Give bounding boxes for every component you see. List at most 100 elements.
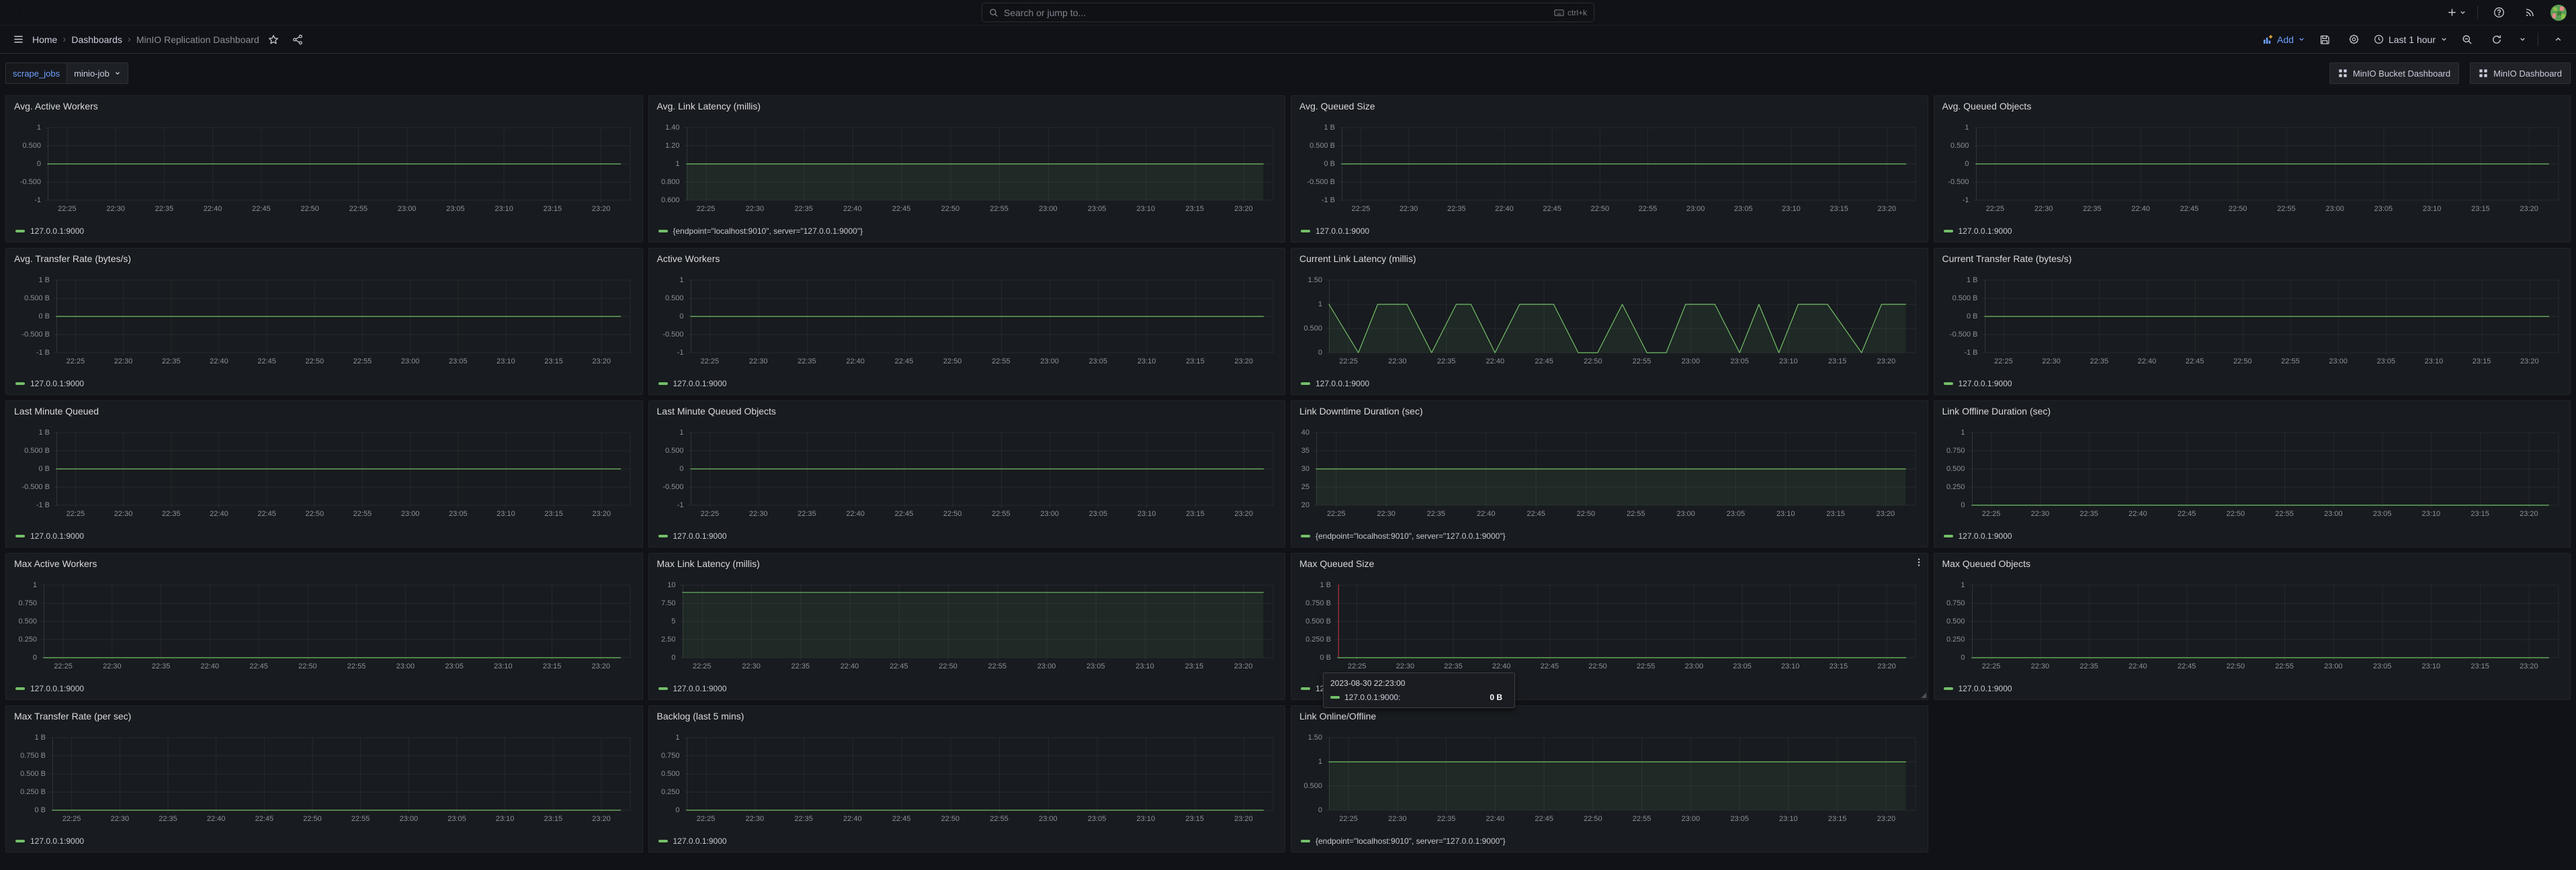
chart-canvas[interactable] (691, 433, 1273, 505)
time-range-picker[interactable]: Last 1 hour (2374, 34, 2448, 45)
menu-toggle-button[interactable] (8, 30, 28, 50)
panel-header[interactable]: Max Queued Size (1291, 554, 1928, 574)
panel-header[interactable]: Avg. Transfer Rate (bytes/s) (6, 249, 642, 269)
news-icon[interactable] (2520, 3, 2540, 23)
series-label[interactable]: 127.0.0.1:9000 (1959, 684, 2012, 693)
x-axis-tick-label: 22:50 (943, 510, 962, 518)
panel-chart[interactable]: 10.7500.5000.250022:2522:3022:3522:4022:… (649, 706, 1285, 852)
series-label[interactable]: 127.0.0.1:9000 (30, 531, 84, 541)
panel-chart[interactable]: 1.5010.500022:2522:3022:3522:4022:4522:5… (1291, 249, 1928, 394)
panel-header[interactable]: Max Queued Objects (1934, 554, 2571, 574)
series-label[interactable]: 127.0.0.1:9000 (673, 836, 727, 846)
series-label[interactable]: 127.0.0.1:9000 (1316, 379, 1369, 388)
panel-chart[interactable]: 1 B0.500 B0 B-0.500 B-1 B22:2522:3022:35… (6, 249, 642, 394)
panel-header[interactable]: Last Minute Queued (6, 401, 642, 421)
search-input[interactable]: Search or jump to... ctrl+k (982, 3, 1594, 22)
chart-canvas[interactable] (1342, 128, 1916, 200)
panel-header[interactable]: Backlog (last 5 mins) (649, 706, 1285, 726)
refresh-button[interactable] (2487, 30, 2507, 50)
panel-chart[interactable]: 1.5010.500022:2522:3022:3522:4022:4522:5… (1291, 706, 1928, 852)
chart-canvas[interactable] (1972, 433, 2559, 505)
series-label[interactable]: {endpoint="localhost:9010", server="127.… (1316, 531, 1506, 541)
series-label[interactable]: 127.0.0.1:9000 (1959, 379, 2012, 388)
panel-chart[interactable]: 10.5000-0.500-122:2522:3022:3522:4022:45… (649, 401, 1285, 547)
panel-chart[interactable]: 1 B0.750 B0.500 B0.250 B0 B22:2522:3022:… (6, 706, 642, 852)
chart-canvas[interactable] (1329, 280, 1916, 353)
breadcrumb-home[interactable]: Home (32, 34, 57, 45)
panel-header[interactable]: Avg. Queued Objects (1934, 96, 2571, 116)
chart-canvas[interactable] (687, 128, 1273, 200)
breadcrumb-dashboards[interactable]: Dashboards (71, 34, 122, 45)
variable-value-dropdown[interactable]: minio-job (67, 62, 128, 84)
save-dashboard-button[interactable] (2315, 30, 2335, 50)
series-label[interactable]: 127.0.0.1:9000 (1959, 226, 2012, 236)
chart-canvas[interactable] (691, 280, 1273, 353)
panel-header[interactable]: Max Transfer Rate (per sec) (6, 706, 642, 726)
panel-chart[interactable]: 10.5000-0.500-122:2522:3022:3522:4022:45… (649, 249, 1285, 394)
favorite-star-button[interactable] (263, 30, 284, 50)
chart-canvas[interactable] (1338, 585, 1916, 658)
panel-chart[interactable]: 1 B0.500 B0 B-0.500 B-1 B22:2522:3022:35… (6, 401, 642, 547)
chart-canvas[interactable] (1316, 433, 1916, 505)
series-label[interactable]: 127.0.0.1:9000 (30, 836, 84, 846)
chart-canvas[interactable] (52, 738, 630, 810)
series-label[interactable]: 127.0.0.1:9000 (673, 379, 727, 388)
breadcrumb-current: MinIO Replication Dashboard (136, 34, 259, 45)
series-label[interactable]: {endpoint="localhost:9010", server="127.… (1316, 836, 1506, 846)
panel-chart[interactable]: 10.7500.5000.250022:2522:3022:3522:4022:… (6, 554, 642, 699)
link-minio-bucket-dashboard[interactable]: MinIO Bucket Dashboard (2329, 62, 2459, 84)
panel-header[interactable]: Link Offline Duration (sec) (1934, 401, 2571, 421)
panel-header[interactable]: Link Downtime Duration (sec) (1291, 401, 1928, 421)
new-menu-button[interactable] (2447, 3, 2466, 23)
panel-header[interactable]: Active Workers (649, 249, 1285, 269)
series-label[interactable]: 127.0.0.1:9000 (673, 531, 727, 541)
share-button[interactable] (288, 30, 308, 50)
chart-canvas[interactable] (56, 433, 630, 505)
panel-chart[interactable]: 10.5000-0.500-122:2522:3022:3522:4022:45… (6, 96, 642, 242)
series-label[interactable]: 127.0.0.1:9000 (1959, 531, 2012, 541)
series-label[interactable]: 127.0.0.1:9000 (30, 226, 84, 236)
panel-header[interactable]: Avg. Link Latency (millis) (649, 96, 1285, 116)
panel-header[interactable]: Max Active Workers (6, 554, 642, 574)
chart-canvas[interactable] (56, 280, 630, 353)
chart-canvas[interactable] (44, 585, 630, 658)
chart-canvas[interactable] (48, 128, 630, 200)
panel-chart[interactable]: 1 B0.500 B0 B-0.500 B-1 B22:2522:3022:35… (1934, 249, 2571, 394)
grafana-logo[interactable] (9, 5, 26, 21)
help-button[interactable] (2489, 3, 2509, 23)
chart-canvas[interactable] (1329, 738, 1916, 810)
panel-header[interactable]: Current Transfer Rate (bytes/s) (1934, 249, 2571, 269)
zoom-out-time-button[interactable] (2457, 30, 2477, 50)
link-minio-dashboard[interactable]: MinIO Dashboard (2470, 62, 2571, 84)
series-label[interactable]: 127.0.0.1:9000 (30, 379, 84, 388)
series-label[interactable]: 127.0.0.1:9000 (30, 684, 84, 693)
series-label[interactable]: 127.0.0.1:9000 (673, 684, 727, 693)
panel-header[interactable]: Avg. Active Workers (6, 96, 642, 116)
panel-header[interactable]: Avg. Queued Size (1291, 96, 1928, 116)
panel-chart[interactable]: 403530252022:2522:3022:3522:4022:4522:50… (1291, 401, 1928, 547)
series-label[interactable]: 127.0.0.1:9000 (1316, 226, 1369, 236)
chart-canvas[interactable] (683, 585, 1273, 658)
chart-canvas[interactable] (1972, 585, 2559, 658)
panel-header[interactable]: Max Link Latency (millis) (649, 554, 1285, 574)
panel-chart[interactable]: 1 B0.500 B0 B-0.500 B-1 B22:2522:3022:35… (1291, 96, 1928, 242)
chart-canvas[interactable] (687, 738, 1273, 810)
dashboard-settings-button[interactable] (2344, 30, 2364, 50)
panel-resize-handle[interactable] (1921, 693, 1926, 698)
panel-chart[interactable]: 10.5000-0.500-122:2522:3022:3522:4022:45… (1934, 96, 2571, 242)
chart-canvas[interactable] (1985, 280, 2559, 353)
add-panel-button[interactable]: Add (2262, 34, 2305, 45)
variable-scrape-jobs[interactable]: scrape_jobs minio-job (5, 62, 128, 84)
chart-canvas[interactable] (1976, 128, 2559, 200)
series-label[interactable]: {endpoint="localhost:9010", server="127.… (673, 226, 863, 236)
panel-chart[interactable]: 107.5052.50022:2522:3022:3522:4022:4522:… (649, 554, 1285, 699)
panel-header[interactable]: Current Link Latency (millis) (1291, 249, 1928, 269)
user-avatar[interactable] (2550, 5, 2567, 21)
panel-header[interactable]: Last Minute Queued Objects (649, 401, 1285, 421)
collapse-topbar-button[interactable] (2548, 30, 2568, 50)
refresh-interval-picker[interactable] (2516, 30, 2528, 50)
panel-chart[interactable]: 1.401.2010.8000.60022:2522:3022:3522:402… (649, 96, 1285, 242)
panel-chart[interactable]: 10.7500.5000.250022:2522:3022:3522:4022:… (1934, 554, 2571, 699)
panel-header[interactable]: Link Online/Offline (1291, 706, 1928, 726)
panel-chart[interactable]: 10.7500.5000.250022:2522:3022:3522:4022:… (1934, 401, 2571, 547)
